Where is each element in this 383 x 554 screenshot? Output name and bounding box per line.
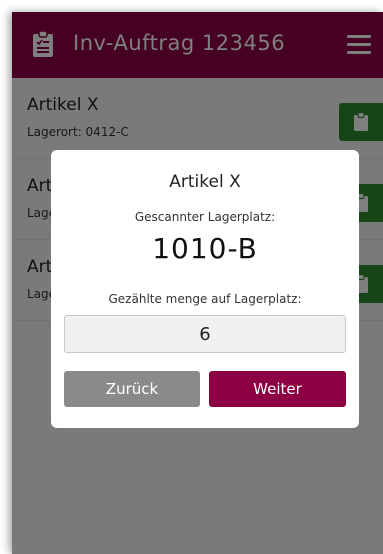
app-screen: Inv-Auftrag 123456 Artikel X Lagerort: 0… xyxy=(12,12,383,554)
scanned-location-label: Gescannter Lagerplatz: xyxy=(134,210,276,224)
dialog-title: Artikel X xyxy=(169,172,241,192)
quantity-label: Gezählte menge auf Lagerplatz: xyxy=(108,292,302,306)
count-dialog: Artikel X Gescannter Lagerplatz: 1010-B … xyxy=(51,150,359,428)
scanned-location-value: 1010-B xyxy=(152,232,258,265)
next-button[interactable]: Weiter xyxy=(209,371,346,407)
quantity-input[interactable]: 6 xyxy=(64,315,346,353)
back-button[interactable]: Zurück xyxy=(64,371,200,407)
